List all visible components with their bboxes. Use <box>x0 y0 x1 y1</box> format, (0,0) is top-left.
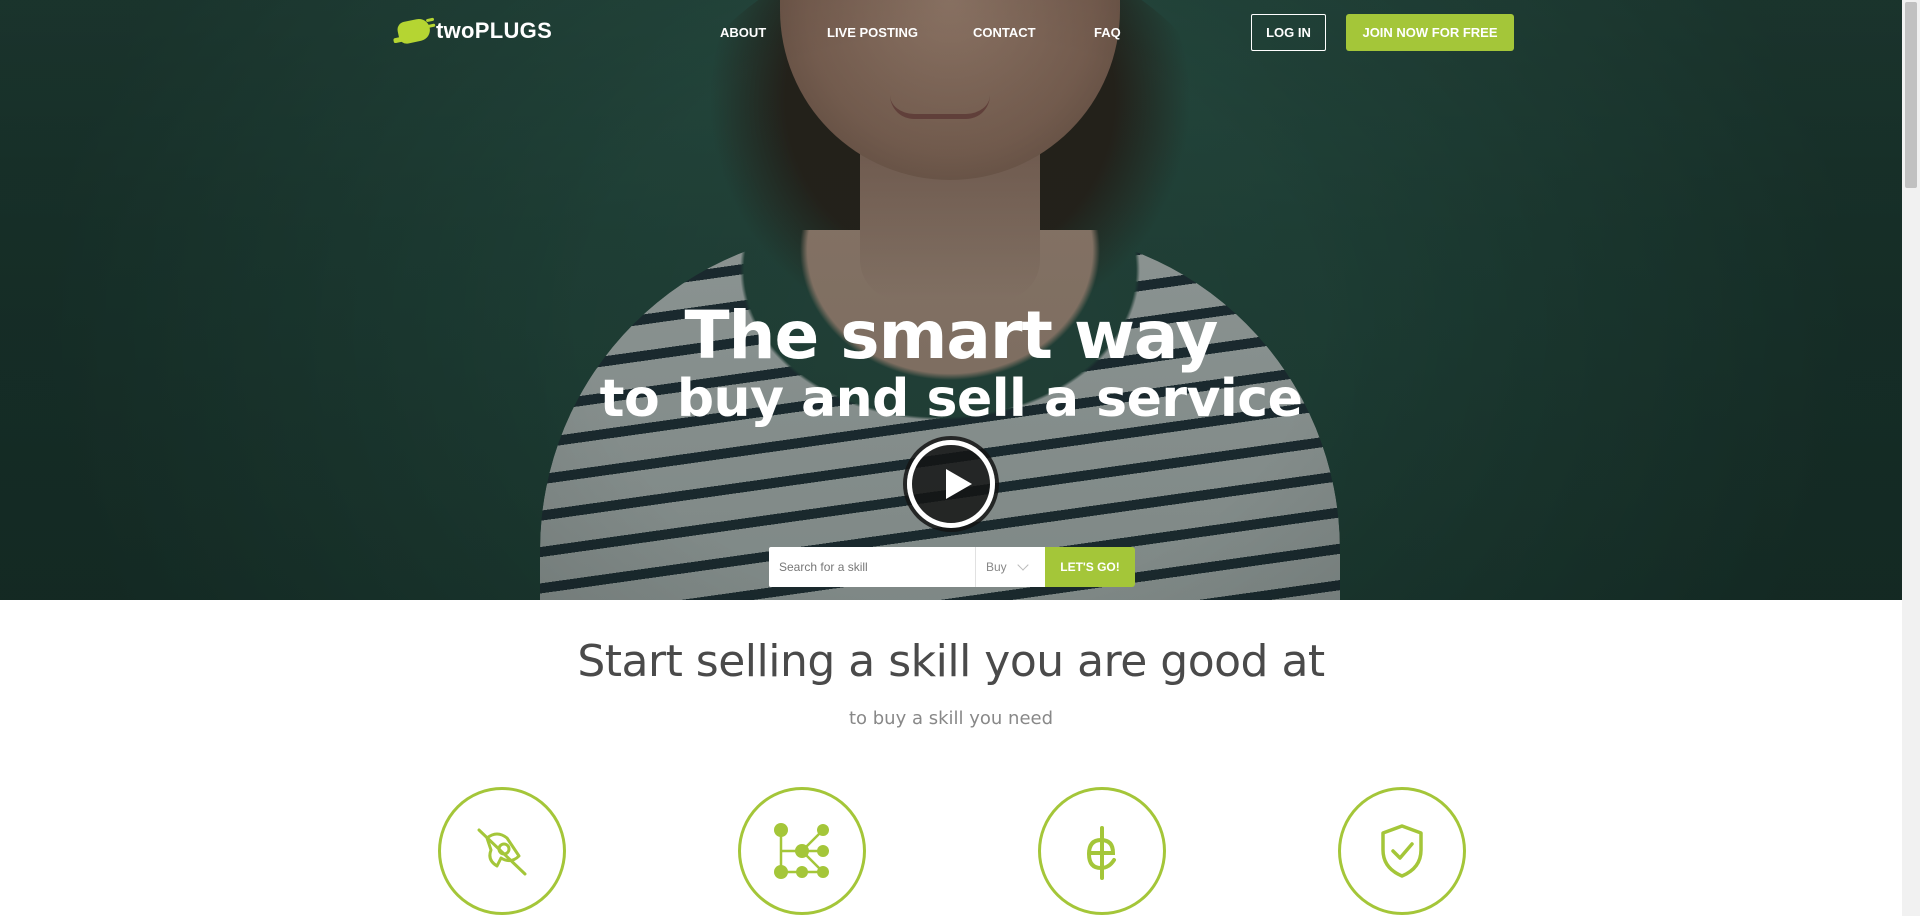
currency-icon <box>1086 826 1116 880</box>
plug-logo-icon <box>396 16 432 46</box>
nav-live-posting[interactable]: LIVE POSTING <box>827 25 918 40</box>
nav-contact[interactable]: CONTACT <box>973 25 1036 40</box>
skill-search-form: Buy LET'S GO! <box>769 547 1135 587</box>
chevron-down-icon <box>1017 559 1029 571</box>
play-video-icon[interactable] <box>907 440 995 528</box>
hero-subheadline: to buy and sell a service <box>599 369 1303 429</box>
no-fees-icon <box>477 828 527 876</box>
feature-no-fees <box>438 787 566 915</box>
buy-sell-select[interactable]: Buy <box>975 547 1045 587</box>
top-nav: twoPLUGS ABOUT LIVE POSTING CONTACT FAQ … <box>0 0 1902 64</box>
section-subtitle: to buy a skill you need <box>848 708 1054 729</box>
brand-logo[interactable]: twoPLUGS <box>396 16 553 46</box>
join-button[interactable]: JOIN NOW FOR FREE <box>1346 14 1514 51</box>
section-title: Start selling a skill you are good at <box>577 636 1325 687</box>
nav-about[interactable]: ABOUT <box>720 25 766 40</box>
network-icon <box>774 823 829 879</box>
hero-headline: The smart way <box>684 297 1219 374</box>
search-submit-button[interactable]: LET'S GO! <box>1045 547 1135 587</box>
scrollbar-thumb[interactable] <box>1905 2 1917 188</box>
nav-faq[interactable]: FAQ <box>1094 25 1121 40</box>
feature-currency <box>1038 787 1166 915</box>
page-scrollbar[interactable] <box>1902 0 1920 916</box>
login-button[interactable]: LOG IN <box>1251 14 1326 51</box>
buy-sell-select-value: Buy <box>986 560 1007 574</box>
skill-search-input[interactable] <box>769 547 975 587</box>
brand-name: twoPLUGS <box>436 18 553 43</box>
feature-network <box>738 787 866 915</box>
feature-secure <box>1338 787 1466 915</box>
shield-check-icon <box>1381 824 1423 878</box>
